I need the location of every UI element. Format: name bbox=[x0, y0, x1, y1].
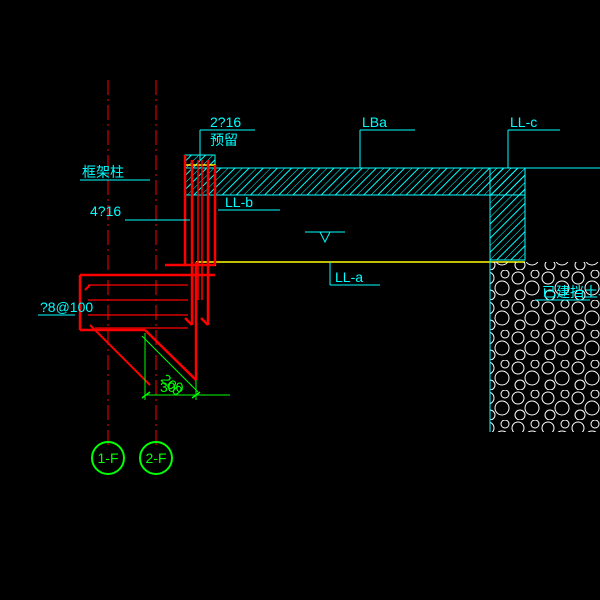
label-rebar-reserve: 预留 bbox=[210, 132, 238, 148]
label-LLc: LL-c bbox=[510, 114, 537, 130]
slab-LBa bbox=[185, 168, 525, 195]
grid-label-2F: 2-F bbox=[146, 450, 167, 466]
label-rebar-top: 2?16 bbox=[210, 114, 241, 130]
footing-stirrups bbox=[88, 285, 188, 328]
dim-text-300: 300 bbox=[160, 379, 184, 395]
dimension-300: 300 bbox=[142, 333, 230, 400]
bent-bar bbox=[90, 325, 150, 385]
beam-LLc-section bbox=[490, 168, 525, 260]
label-stirrup: ?8@100 bbox=[40, 299, 93, 315]
label-LLb: LL-b bbox=[225, 194, 253, 210]
label-column: 框架柱 bbox=[82, 164, 124, 180]
bar-hook-1 bbox=[85, 285, 90, 290]
label-retaining-wall: 已建挡土墙 bbox=[542, 284, 600, 300]
structural-section-drawing: 1-F 2-F bbox=[0, 0, 600, 600]
label-rebar-side: 4?16 bbox=[90, 203, 121, 219]
label-LBa: LBa bbox=[362, 114, 387, 130]
level-marker bbox=[305, 232, 345, 242]
grid-label-1F: 1-F bbox=[98, 450, 119, 466]
label-LLa: LL-a bbox=[335, 269, 363, 285]
